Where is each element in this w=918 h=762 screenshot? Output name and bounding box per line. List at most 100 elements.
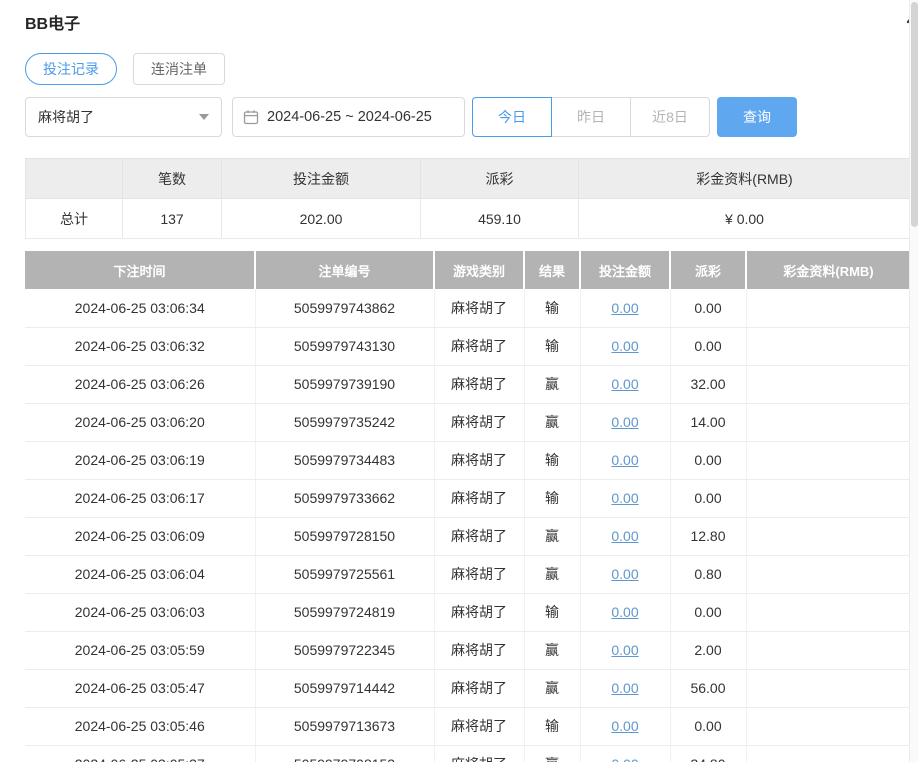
header-jackpot: 彩金资料(RMB) (745, 251, 910, 289)
payout-cell: 56.00 (670, 669, 747, 708)
calendar-icon (243, 109, 259, 125)
result-cell: 输 (524, 441, 581, 480)
tab-cancelled-orders[interactable]: 连消注单 (133, 53, 225, 85)
summary-total-bet-amount: 202.00 (221, 198, 421, 239)
quick-today-button[interactable]: 今日 (472, 97, 552, 137)
order-id-cell: 5059979724819 (255, 593, 435, 632)
header-game-type: 游戏类别 (433, 251, 524, 289)
game-type-cell: 麻将胡了 (434, 631, 525, 670)
jackpot-cell (746, 555, 910, 594)
payout-cell: 0.00 (670, 289, 747, 328)
game-type-cell: 麻将胡了 (434, 707, 525, 746)
game-type-cell: 麻将胡了 (434, 327, 525, 366)
game-type-cell: 麻将胡了 (434, 479, 525, 518)
bet-amount-link[interactable]: 0.00 (611, 680, 638, 696)
bet-amount-cell: 0.00 (580, 403, 671, 442)
table-row: 2024-06-25 03:05:47 5059979714442 麻将胡了 赢… (25, 669, 910, 708)
result-cell: 输 (524, 707, 581, 746)
game-type-cell: 麻将胡了 (434, 441, 525, 480)
payout-cell: 0.00 (670, 707, 747, 746)
table-row: 2024-06-25 03:06:34 5059979743862 麻将胡了 输… (25, 289, 910, 328)
summary-table: 笔数 投注金额 派彩 彩金资料(RMB) 总计 137 202.00 459.1… (25, 158, 911, 239)
bet-time-cell: 2024-06-25 03:06:03 (25, 593, 256, 632)
search-button[interactable]: 查询 (717, 97, 797, 137)
bet-time-cell: 2024-06-25 03:06:17 (25, 479, 256, 518)
summary-header-jackpot: 彩金资料(RMB) (578, 158, 911, 199)
table-row: 2024-06-25 03:06:17 5059979733662 麻将胡了 输… (25, 479, 910, 518)
bet-amount-link[interactable]: 0.00 (611, 300, 638, 316)
payout-cell: 0.80 (670, 555, 747, 594)
result-cell: 输 (524, 327, 581, 366)
bet-amount-link[interactable]: 0.00 (611, 376, 638, 392)
bet-time-cell: 2024-06-25 03:05:59 (25, 631, 256, 670)
bet-amount-link[interactable]: 0.00 (611, 604, 638, 620)
bet-time-cell: 2024-06-25 03:05:47 (25, 669, 256, 708)
order-id-cell: 5059979733662 (255, 479, 435, 518)
date-range-value: 2024-06-25 ~ 2024-06-25 (267, 109, 432, 125)
table-row: 2024-06-25 03:06:19 5059979734483 麻将胡了 输… (25, 441, 910, 480)
date-range-input[interactable]: 2024-06-25 ~ 2024-06-25 (232, 97, 465, 137)
payout-cell: 0.00 (670, 441, 747, 480)
game-select[interactable]: 麻将胡了 (25, 97, 222, 137)
bet-table-body: 2024-06-25 03:06:34 5059979743862 麻将胡了 输… (25, 289, 910, 762)
game-type-cell: 麻将胡了 (434, 593, 525, 632)
bet-amount-link[interactable]: 0.00 (611, 718, 638, 734)
order-id-cell: 5059979743862 (255, 289, 435, 328)
bet-amount-link[interactable]: 0.00 (611, 338, 638, 354)
jackpot-cell (746, 707, 910, 746)
bet-time-cell: 2024-06-25 03:06:34 (25, 289, 256, 328)
bet-amount-link[interactable]: 0.00 (611, 566, 638, 582)
bet-amount-link[interactable]: 0.00 (611, 452, 638, 468)
bet-amount-link[interactable]: 0.00 (611, 528, 638, 544)
header-result: 结果 (523, 251, 580, 289)
bet-records-panel: BB电子 投注记录 连消注单 麻将胡了 2024-06-25 ~ 2024-06… (0, 0, 918, 762)
bet-time-cell: 2024-06-25 03:05:37 (25, 745, 256, 762)
header-order-id: 注单编号 (254, 251, 434, 289)
table-row: 2024-06-25 03:06:20 5059979735242 麻将胡了 赢… (25, 403, 910, 442)
page-title: BB电子 (25, 16, 81, 33)
header-bet-amount: 投注金额 (579, 251, 670, 289)
bet-amount-link[interactable]: 0.00 (611, 756, 638, 762)
bet-amount-cell: 0.00 (580, 631, 671, 670)
table-row: 2024-06-25 03:05:46 5059979713673 麻将胡了 输… (25, 707, 910, 746)
summary-header-count: 笔数 (122, 158, 222, 199)
table-row: 2024-06-25 03:06:26 5059979739190 麻将胡了 赢… (25, 365, 910, 404)
payout-cell: 0.00 (670, 593, 747, 632)
jackpot-cell (746, 669, 910, 708)
jackpot-cell (746, 365, 910, 404)
bet-amount-link[interactable]: 0.00 (611, 414, 638, 430)
bet-time-cell: 2024-06-25 03:06:26 (25, 365, 256, 404)
game-type-cell: 麻将胡了 (434, 289, 525, 328)
summary-total-jackpot: ¥ 0.00 (578, 198, 911, 239)
panel-header: BB电子 (25, 0, 918, 34)
order-id-cell: 5059979708153 (255, 745, 435, 762)
order-id-cell: 5059979722345 (255, 631, 435, 670)
jackpot-cell (746, 403, 910, 442)
result-cell: 赢 (524, 631, 581, 670)
result-cell: 赢 (524, 669, 581, 708)
order-id-cell: 5059979725561 (255, 555, 435, 594)
order-id-cell: 5059979735242 (255, 403, 435, 442)
game-type-cell: 麻将胡了 (434, 517, 525, 556)
bet-amount-cell: 0.00 (580, 441, 671, 480)
header-bet-time: 下注时间 (25, 251, 255, 289)
table-row: 2024-06-25 03:05:37 5059979708153 麻将胡了 赢… (25, 745, 910, 762)
order-id-cell: 5059979713673 (255, 707, 435, 746)
summary-header-payout: 派彩 (420, 158, 579, 199)
tab-bet-records[interactable]: 投注记录 (25, 53, 117, 85)
bet-amount-cell: 0.00 (580, 745, 671, 762)
game-select-value: 麻将胡了 (38, 109, 94, 125)
summary-header-blank (25, 158, 123, 199)
bet-amount-link[interactable]: 0.00 (611, 642, 638, 658)
quick-range-group: 今日 昨日 近8日 (472, 97, 710, 137)
quick-last8days-button[interactable]: 近8日 (630, 97, 710, 137)
summary-header-row: 笔数 投注金额 派彩 彩金资料(RMB) (25, 158, 911, 199)
quick-yesterday-button[interactable]: 昨日 (551, 97, 631, 137)
bet-amount-cell: 0.00 (580, 365, 671, 404)
payout-cell: 32.00 (670, 365, 747, 404)
scrollbar-thumb[interactable] (911, 2, 918, 227)
result-cell: 赢 (524, 517, 581, 556)
order-id-cell: 5059979714442 (255, 669, 435, 708)
bet-amount-link[interactable]: 0.00 (611, 490, 638, 506)
jackpot-cell (746, 441, 910, 480)
